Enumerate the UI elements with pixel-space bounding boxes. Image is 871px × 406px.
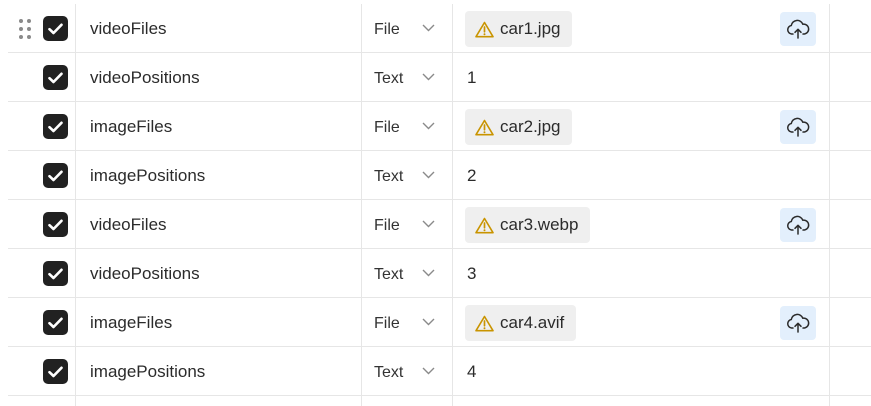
- key-cell[interactable]: videoPositions: [76, 53, 362, 102]
- type-select[interactable]: Text: [362, 151, 453, 200]
- chevron-down-icon: [422, 269, 435, 277]
- type-label: Text: [374, 266, 404, 283]
- file-chip[interactable]: car3.webp: [465, 207, 591, 243]
- chevron-down-icon: [422, 171, 435, 179]
- chevron-down-icon: [422, 220, 435, 228]
- chevron-down-icon: [422, 367, 435, 375]
- file-chip[interactable]: car1.jpg: [465, 11, 573, 47]
- checkmark-icon: [48, 219, 63, 230]
- checkmark-icon: [48, 268, 63, 279]
- value-cell[interactable]: 1: [453, 53, 830, 102]
- key-text: videoFiles: [90, 215, 167, 234]
- checkmark-icon: [48, 170, 63, 181]
- checkmark-icon: [48, 366, 63, 377]
- key-cell[interactable]: videoFiles: [76, 200, 362, 249]
- checkmark-icon: [48, 121, 63, 132]
- warning-icon: [475, 21, 494, 38]
- file-name: car3.webp: [500, 215, 579, 234]
- type-label: Text: [374, 168, 404, 185]
- chevron-down-icon: [422, 122, 435, 130]
- table-row: [0, 396, 871, 406]
- drag-handle-icon[interactable]: [19, 19, 31, 39]
- checkmark-icon: [48, 72, 63, 83]
- row-enabled-checkbox[interactable]: [43, 163, 68, 188]
- chevron-down-icon: [422, 318, 435, 326]
- table-row: videoFiles File car1.jpg: [0, 4, 871, 53]
- file-chip[interactable]: car2.jpg: [465, 109, 573, 145]
- row-enabled-checkbox[interactable]: [43, 65, 68, 90]
- upload-file-button[interactable]: [780, 306, 816, 340]
- chevron-down-icon: [422, 73, 435, 81]
- value-text: 1: [467, 68, 477, 87]
- file-name: car4.avif: [500, 313, 565, 332]
- type-select[interactable]: Text: [362, 347, 453, 396]
- value-cell[interactable]: 2: [453, 151, 830, 200]
- row-enabled-checkbox[interactable]: [43, 359, 68, 384]
- key-cell[interactable]: videoFiles: [76, 4, 362, 53]
- key-text: videoFiles: [90, 19, 167, 38]
- file-name: car1.jpg: [500, 19, 561, 38]
- chevron-down-icon: [422, 24, 435, 32]
- warning-icon: [475, 315, 494, 332]
- row-enabled-checkbox[interactable]: [43, 114, 68, 139]
- type-select[interactable]: Text: [362, 53, 453, 102]
- table-row: imagePositions Text 4: [0, 347, 871, 396]
- key-text: imageFiles: [90, 313, 173, 332]
- row-enabled-checkbox[interactable]: [43, 261, 68, 286]
- key-text: imagePositions: [90, 362, 206, 381]
- row-enabled-checkbox[interactable]: [43, 310, 68, 335]
- type-select[interactable]: File: [362, 298, 453, 347]
- table-row: imagePositions Text 2: [0, 151, 871, 200]
- type-select[interactable]: File: [362, 4, 453, 53]
- value-text: 2: [467, 166, 477, 185]
- table-row: videoPositions Text 1: [0, 53, 871, 102]
- type-label: Text: [374, 364, 404, 381]
- value-cell[interactable]: 3: [453, 249, 830, 298]
- type-label: File: [374, 21, 400, 38]
- warning-icon: [475, 217, 494, 234]
- cloud-upload-icon: [787, 19, 810, 39]
- key-cell[interactable]: videoPositions: [76, 249, 362, 298]
- upload-file-button[interactable]: [780, 110, 816, 144]
- type-select[interactable]: Text: [362, 249, 453, 298]
- value-cell[interactable]: 4: [453, 347, 830, 396]
- form-data-table: videoFiles File car1.jpg videoPositions …: [0, 0, 871, 406]
- key-text: videoPositions: [90, 68, 200, 87]
- row-enabled-checkbox[interactable]: [43, 212, 68, 237]
- key-cell[interactable]: imageFiles: [76, 102, 362, 151]
- checkmark-icon: [48, 23, 63, 34]
- type-select[interactable]: File: [362, 102, 453, 151]
- table-row: videoPositions Text 3: [0, 249, 871, 298]
- cloud-upload-icon: [787, 117, 810, 137]
- table-row: videoFiles File car3.webp: [0, 200, 871, 249]
- type-label: File: [374, 217, 400, 234]
- file-chip[interactable]: car4.avif: [465, 305, 577, 341]
- upload-file-button[interactable]: [780, 208, 816, 242]
- key-text: imageFiles: [90, 117, 173, 136]
- key-cell[interactable]: imagePositions: [76, 347, 362, 396]
- cloud-upload-icon: [787, 313, 810, 333]
- value-text: 4: [467, 362, 477, 381]
- type-label: Text: [374, 70, 404, 87]
- key-cell[interactable]: imagePositions: [76, 151, 362, 200]
- table-row: imageFiles File car2.jpg: [0, 102, 871, 151]
- key-text: videoPositions: [90, 264, 200, 283]
- type-select[interactable]: File: [362, 200, 453, 249]
- value-text: 3: [467, 264, 477, 283]
- key-cell[interactable]: imageFiles: [76, 298, 362, 347]
- checkmark-icon: [48, 317, 63, 328]
- type-label: File: [374, 119, 400, 136]
- key-text: imagePositions: [90, 166, 206, 185]
- warning-icon: [475, 119, 494, 136]
- table-row: imageFiles File car4.avif: [0, 298, 871, 347]
- file-name: car2.jpg: [500, 117, 561, 136]
- upload-file-button[interactable]: [780, 12, 816, 46]
- row-enabled-checkbox[interactable]: [43, 16, 68, 41]
- cloud-upload-icon: [787, 215, 810, 235]
- type-label: File: [374, 315, 400, 332]
